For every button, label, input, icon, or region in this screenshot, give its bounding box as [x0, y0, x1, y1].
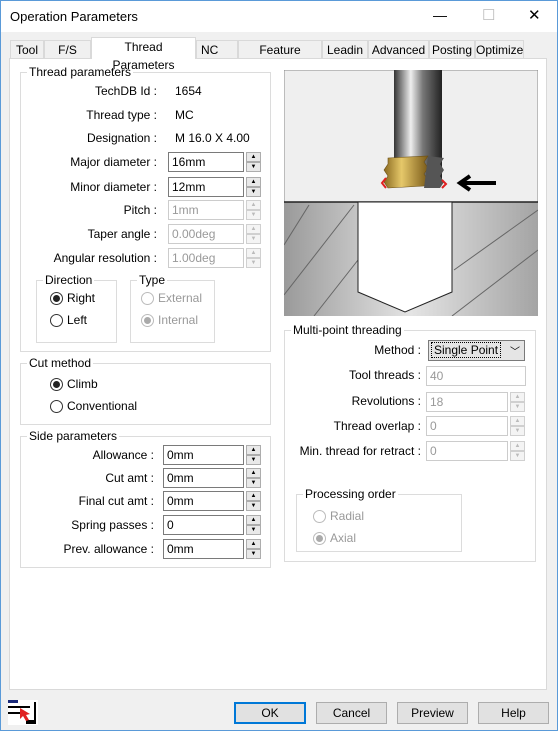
tab-optimize[interactable]: Optimize	[475, 40, 524, 59]
tool-threads-label: Tool threads :	[348, 368, 421, 382]
thread-overlap-input[interactable]	[426, 416, 508, 436]
prev-allowance-spinner[interactable]: ▲ ▼	[246, 539, 261, 559]
tab-advanced[interactable]: Advanced	[368, 40, 429, 59]
taper-angle-input[interactable]	[168, 224, 244, 244]
major-diameter-spinner[interactable]: ▲ ▼	[246, 152, 261, 172]
revolutions-label: Revolutions :	[351, 394, 421, 408]
thread-overlap-label: Thread overlap :	[333, 419, 421, 433]
final-cut-amt-spinner[interactable]: ▲ ▼	[246, 491, 261, 511]
cut-amt-input[interactable]	[163, 468, 244, 488]
allowance-label: Allowance :	[92, 448, 154, 462]
tab-feature-options[interactable]: Feature Options	[238, 40, 322, 75]
angular-resolution-label: Angular resolution :	[53, 251, 157, 265]
pitch-label: Pitch :	[123, 203, 157, 217]
cut-method-climb-radio[interactable]: Climb	[50, 377, 98, 391]
minor-diameter-spinner[interactable]: ▲ ▼	[246, 177, 261, 197]
thread-type-label: Thread type :	[86, 108, 157, 122]
min-thread-retract-input[interactable]	[426, 441, 508, 461]
minimize-button[interactable]: —	[433, 7, 447, 23]
preview-button[interactable]: Preview	[397, 702, 468, 724]
pitch-spinner[interactable]: ▲ ▼	[246, 200, 261, 220]
prev-allowance-label: Prev. allowance :	[63, 542, 155, 556]
major-diameter-input[interactable]	[168, 152, 244, 172]
angular-resolution-input[interactable]	[168, 248, 244, 268]
minor-diameter-input[interactable]	[168, 177, 244, 197]
group-title: Side parameters	[27, 429, 120, 443]
group-title: Direction	[43, 273, 95, 287]
group-title: Multi-point threading	[291, 323, 404, 337]
prev-allowance-input[interactable]	[163, 539, 244, 559]
spring-passes-spinner[interactable]: ▲ ▼	[246, 515, 261, 535]
type-internal-radio[interactable]: Internal	[141, 313, 198, 327]
group-title: Type	[137, 273, 168, 287]
designation-value: M 16.0 X 4.00	[175, 131, 250, 145]
help-button[interactable]: Help	[478, 702, 549, 724]
revolutions-input[interactable]	[426, 392, 508, 412]
method-label: Method :	[374, 343, 421, 357]
direction-left-radio[interactable]: Left	[50, 313, 87, 327]
major-diameter-label: Major diameter :	[70, 155, 157, 169]
cut-amt-label: Cut amt :	[105, 471, 154, 485]
designation-label: Designation :	[86, 131, 157, 145]
method-select[interactable]: Single Point ﹀	[428, 340, 525, 361]
cut-method-group: Cut method	[20, 356, 271, 425]
thread-mill-illustration	[284, 70, 538, 316]
min-thread-retract-spinner[interactable]: ▲ ▼	[510, 441, 525, 461]
allowance-spinner[interactable]: ▲ ▼	[246, 445, 261, 465]
type-group: Type	[130, 273, 215, 343]
taper-angle-label: Taper angle :	[87, 227, 157, 241]
tab-thread-parameters[interactable]: Thread Parameters	[91, 37, 196, 72]
tab-fs[interactable]: F/S	[44, 40, 91, 59]
tab-leadin[interactable]: Leadin	[322, 40, 368, 59]
tab-nc[interactable]: NC	[196, 40, 238, 59]
tool-threads-input[interactable]	[426, 366, 526, 386]
close-button[interactable]: ✕	[528, 6, 541, 24]
cut-amt-spinner[interactable]: ▲ ▼	[246, 468, 261, 488]
layout-grid-icon	[8, 700, 38, 725]
techdb-value: 1654	[175, 84, 202, 98]
allowance-input[interactable]	[163, 445, 244, 465]
ok-button[interactable]: OK	[234, 702, 306, 724]
direction-group: Direction	[36, 273, 117, 343]
processing-radial-radio[interactable]: Radial	[313, 509, 364, 523]
angular-resolution-spinner[interactable]: ▲ ▼	[246, 248, 261, 268]
spring-passes-input[interactable]	[163, 515, 244, 535]
taper-angle-spinner[interactable]: ▲ ▼	[246, 224, 261, 244]
thread-overlap-spinner[interactable]: ▲ ▼	[510, 416, 525, 436]
revolutions-spinner[interactable]: ▲ ▼	[510, 392, 525, 412]
thread-type-value: MC	[175, 108, 194, 122]
chevron-down-icon: ﹀	[510, 347, 520, 358]
cancel-button[interactable]: Cancel	[316, 702, 387, 724]
type-external-radio[interactable]: External	[141, 291, 202, 305]
pitch-input[interactable]	[168, 200, 244, 220]
final-cut-amt-input[interactable]	[163, 491, 244, 511]
processing-axial-radio[interactable]: Axial	[313, 531, 356, 545]
group-title: Cut method	[27, 356, 94, 370]
direction-right-radio[interactable]: Right	[50, 291, 95, 305]
drilled-hole	[357, 201, 453, 313]
group-title: Processing order	[303, 487, 398, 501]
minor-diameter-label: Minor diameter :	[70, 180, 157, 194]
window-title: Operation Parameters	[10, 9, 138, 24]
min-thread-retract-label: Min. thread for retract :	[299, 444, 421, 458]
tab-posting[interactable]: Posting	[429, 40, 475, 59]
maximize-button[interactable]: ☐	[482, 6, 495, 24]
title-bar: Operation Parameters — ☐ ✕	[1, 1, 557, 32]
spring-passes-label: Spring passes :	[71, 518, 154, 532]
cut-method-conventional-radio[interactable]: Conventional	[50, 399, 137, 413]
techdb-label: TechDB Id :	[94, 84, 157, 98]
tab-tool[interactable]: Tool	[10, 40, 44, 59]
thread-teeth	[383, 155, 429, 189]
final-cut-amt-label: Final cut amt :	[78, 494, 154, 508]
